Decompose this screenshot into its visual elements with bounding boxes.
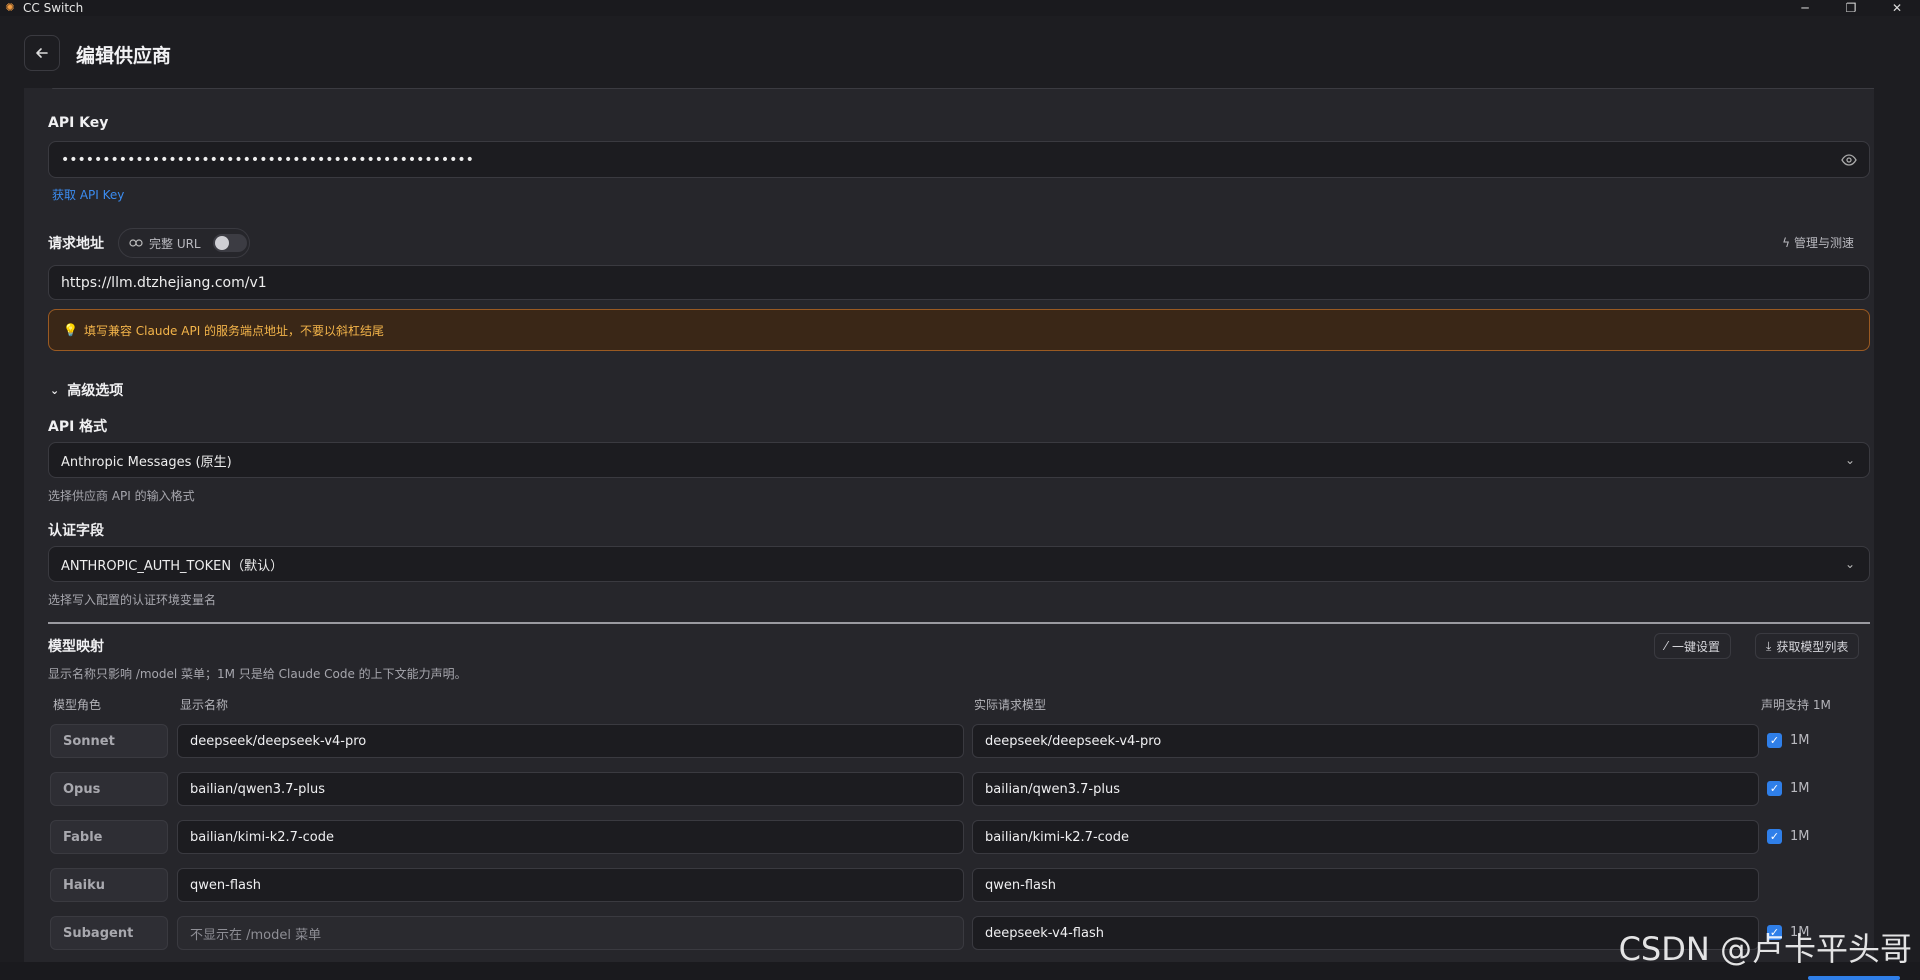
display-name-input[interactable]: deepseek/deepseek-v4-pro xyxy=(177,724,964,758)
chevron-down-icon: ⌄ xyxy=(1844,453,1855,467)
support-1m-checkbox[interactable]: ✓ 1M xyxy=(1767,733,1810,748)
watermark-text: CSDN @卢卡平头哥 xyxy=(1618,930,1912,968)
support-1m-label: 1M xyxy=(1790,829,1810,844)
column-support-1m: 声明支持 1M xyxy=(1761,698,1831,712)
actual-model-input[interactable]: bailian/kimi-k2.7-code xyxy=(972,820,1759,854)
support-1m-checkbox[interactable]: ✓ 1M xyxy=(1767,781,1810,796)
role-opus: Opus xyxy=(50,772,168,806)
endpoint-warning: 💡 填写兼容 Claude API 的服务端点地址，不要以斜杠结尾 xyxy=(48,309,1870,351)
actual-model-input[interactable]: deepseek/deepseek-v4-pro xyxy=(972,724,1759,758)
display-name-input[interactable]: bailian/qwen3.7-plus xyxy=(177,772,964,806)
download-icon: ⤓ xyxy=(1766,638,1772,653)
quick-setup-button[interactable]: ⁄ 一键设置 xyxy=(1654,633,1732,659)
panel-top-border xyxy=(52,88,1874,89)
page-title: 编辑供应商 xyxy=(76,45,172,67)
auth-field-hint: 选择写入配置的认证环境变量名 xyxy=(48,593,217,607)
chevron-down-icon: ⌄ xyxy=(1844,557,1855,571)
model-mapping-description: 显示名称只影响 /model 菜单；1M 只是给 Claude Code 的上下… xyxy=(48,667,467,681)
column-display-name: 显示名称 xyxy=(180,698,229,712)
chevron-down-icon: ⌄ xyxy=(50,383,60,397)
full-url-label: 完整 URL xyxy=(149,236,201,251)
window-controls: ─ ❐ ✕ xyxy=(1782,0,1920,16)
window-titlebar: ✺ CC Switch ─ ❐ ✕ xyxy=(0,0,1920,16)
switch-knob xyxy=(214,236,229,250)
bolt-icon: ϟ xyxy=(1782,235,1790,250)
endpoint-input[interactable]: https://llm.dtzhejiang.com/v1 xyxy=(48,265,1870,300)
display-name-input[interactable]: bailian/kimi-k2.7-code xyxy=(177,820,964,854)
support-1m-label: 1M xyxy=(1790,781,1810,796)
eye-icon[interactable] xyxy=(1841,154,1857,166)
model-mapping-title: 模型映射 xyxy=(48,639,104,655)
api-format-select[interactable]: Anthropic Messages (原生) ⌄ xyxy=(48,442,1870,478)
restore-icon[interactable]: ❐ xyxy=(1828,0,1874,16)
manage-speedtest-label: 管理与测速 xyxy=(1793,236,1854,250)
fetch-models-label: 获取模型列表 xyxy=(1776,639,1849,654)
app-logo-icon: ✺ xyxy=(5,1,15,14)
checkmark-icon: ✓ xyxy=(1767,781,1782,796)
auth-field-select[interactable]: ANTHROPIC_AUTH_TOKEN（默认） ⌄ xyxy=(48,546,1870,582)
api-format-value: Anthropic Messages (原生) xyxy=(61,454,232,470)
link-icon xyxy=(129,239,143,247)
auth-field-value: ANTHROPIC_AUTH_TOKEN（默认） xyxy=(61,558,284,574)
column-role: 模型角色 xyxy=(53,698,102,712)
actual-model-input[interactable]: bailian/qwen3.7-plus xyxy=(972,772,1759,806)
api-key-label: API Key xyxy=(48,115,109,131)
api-format-label: API 格式 xyxy=(48,419,108,435)
page-header: 编辑供应商 xyxy=(0,16,1920,88)
close-icon[interactable]: ✕ xyxy=(1874,0,1920,16)
minimize-icon[interactable]: ─ xyxy=(1782,0,1828,16)
checkmark-icon: ✓ xyxy=(1767,733,1782,748)
api-format-hint: 选择供应商 API 的输入格式 xyxy=(48,489,195,503)
magic-wand-icon: ⁄ xyxy=(1665,639,1668,653)
get-api-key-link[interactable]: 获取 API Key xyxy=(52,186,124,203)
endpoint-warning-text: 填写兼容 Claude API 的服务端点地址，不要以斜杠结尾 xyxy=(83,323,385,338)
app-title: CC Switch xyxy=(23,1,84,15)
bulb-icon: 💡 xyxy=(63,323,78,337)
role-subagent: Subagent xyxy=(50,916,168,950)
advanced-options-toggle[interactable]: ⌄ 高级选项 xyxy=(50,380,123,400)
full-url-switch[interactable] xyxy=(212,234,247,252)
actual-model-input[interactable]: qwen-flash xyxy=(972,868,1759,902)
quick-setup-label: 一键设置 xyxy=(1672,639,1721,654)
full-url-toggle[interactable]: 完整 URL xyxy=(118,228,250,258)
back-button[interactable] xyxy=(24,35,60,71)
manage-speedtest-button[interactable]: ϟ 管理与测速 xyxy=(1782,234,1854,251)
bottom-save-button-edge[interactable] xyxy=(1808,976,1900,980)
support-1m-checkbox[interactable]: ✓ 1M xyxy=(1767,829,1810,844)
support-1m-label: 1M xyxy=(1790,733,1810,748)
auth-field-label: 认证字段 xyxy=(48,523,104,539)
advanced-options-label: 高级选项 xyxy=(67,383,124,399)
fetch-models-button[interactable]: ⤓ 获取模型列表 xyxy=(1755,633,1860,659)
provider-form-panel: API Key ••••••••••••••••••••••••••••••••… xyxy=(24,88,1874,980)
endpoint-label: 请求地址 xyxy=(48,236,104,252)
column-actual-model: 实际请求模型 xyxy=(974,698,1047,712)
section-divider xyxy=(48,622,1870,624)
api-key-input[interactable]: ••••••••••••••••••••••••••••••••••••••••… xyxy=(48,141,1870,178)
display-name-input[interactable]: 不显示在 /model 菜单 xyxy=(177,916,964,950)
role-sonnet: Sonnet xyxy=(50,724,168,758)
role-haiku: Haiku xyxy=(50,868,168,902)
endpoint-value: https://llm.dtzhejiang.com/v1 xyxy=(61,274,267,291)
display-name-input[interactable]: qwen-flash xyxy=(177,868,964,902)
api-key-value: ••••••••••••••••••••••••••••••••••••••••… xyxy=(61,151,474,168)
arrow-left-icon xyxy=(36,48,48,58)
role-fable: Fable xyxy=(50,820,168,854)
checkmark-icon: ✓ xyxy=(1767,829,1782,844)
